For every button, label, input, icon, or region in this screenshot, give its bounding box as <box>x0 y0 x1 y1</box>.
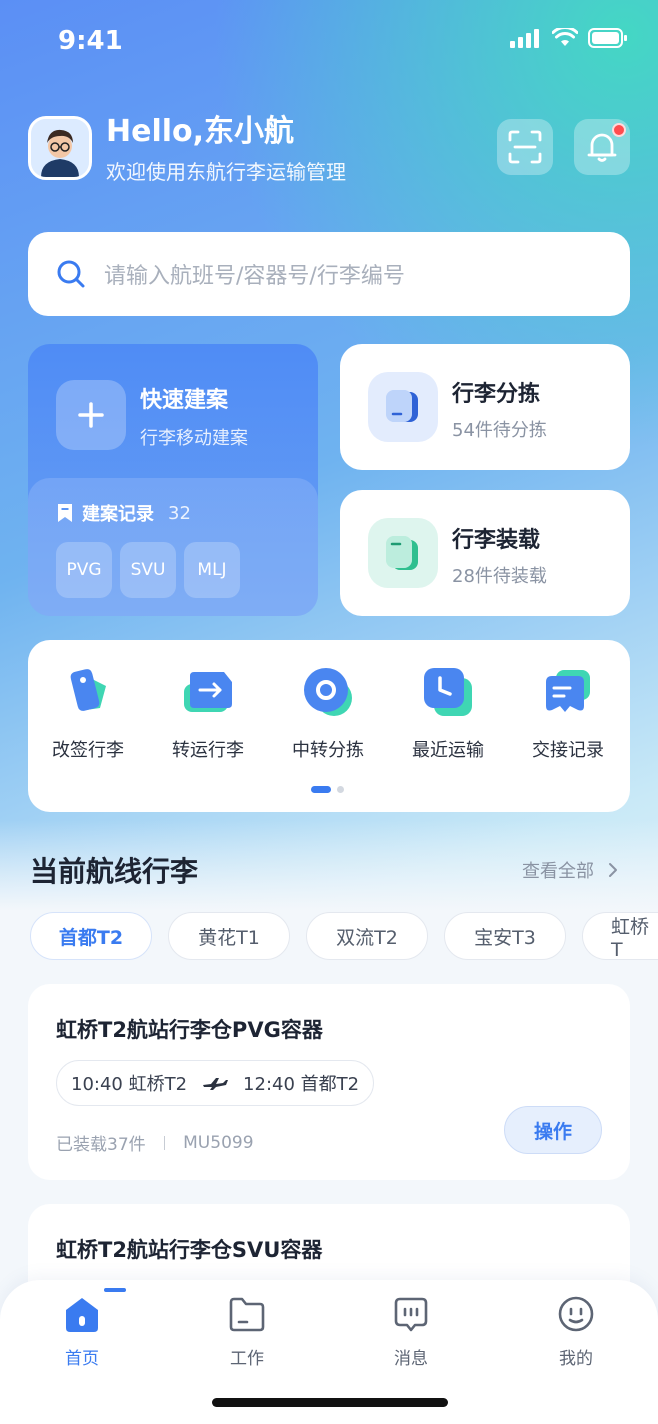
avatar-image <box>31 119 89 177</box>
folder-icon <box>229 1297 265 1332</box>
section-title: 当前航线行李 <box>30 855 199 888</box>
loading-title: 行李装载 <box>452 528 541 553</box>
page-indicator <box>311 786 344 793</box>
route-card-title: 虹桥T2航站行李仓PVG容器 <box>56 1018 323 1042</box>
operate-button[interactable]: 操作 <box>504 1106 602 1154</box>
route-chip[interactable]: 双流T2 <box>306 912 428 960</box>
shortcut-label: 转运行李 <box>172 740 244 761</box>
route-chip[interactable]: 虹桥T <box>582 912 658 961</box>
transit-sort-icon <box>304 668 352 716</box>
battery-icon <box>588 28 627 48</box>
message-icon <box>394 1297 428 1332</box>
search-icon <box>57 260 85 288</box>
signal-icon <box>510 29 539 48</box>
shortcut-label: 改签行李 <box>52 740 124 761</box>
record-tag[interactable]: SVU <box>120 542 176 598</box>
search-input[interactable]: 请输入航班号/容器号/行李编号 <box>28 232 630 316</box>
route-card[interactable]: 虹桥T2航站行李仓PVG容器 10:40 虹桥T2 12:40 首都T2 已装载… <box>28 984 630 1180</box>
sorting-title: 行李分拣 <box>452 382 541 407</box>
loading-icon <box>368 518 438 588</box>
shortcut-rebook-baggage[interactable]: 改签行李 <box>33 664 143 762</box>
greeting: Hello,东小航 <box>106 114 295 149</box>
scan-icon <box>508 130 542 164</box>
plus-icon <box>56 380 126 450</box>
tab-home[interactable]: 首页 <box>32 1288 132 1369</box>
smile-icon <box>558 1296 594 1332</box>
shortcut-label: 中转分拣 <box>292 740 364 761</box>
arrival-time: 12:40 首都T2 <box>243 1074 360 1095</box>
sorting-pending: 54件待分拣 <box>452 420 547 441</box>
chevron-right-icon <box>608 863 617 877</box>
clock-icon <box>424 668 472 716</box>
quick-build-subtitle: 行李移动建案 <box>140 428 248 449</box>
page-dot <box>337 786 344 793</box>
shortcuts-panel: 改签行李 转运行李 中转分拣 最近运输 交接记录 <box>28 640 630 812</box>
home-icon <box>66 1298 98 1332</box>
tab-profile[interactable]: 我的 <box>526 1294 626 1369</box>
scan-button[interactable] <box>497 119 553 175</box>
tag-icon <box>70 669 106 711</box>
loading-card[interactable]: 行李装载 28件待装载 <box>340 490 630 616</box>
wifi-icon <box>552 28 578 46</box>
shortcut-recent-transport[interactable]: 最近运输 <box>393 664 503 762</box>
see-all-link[interactable]: 查看全部 <box>522 857 620 883</box>
shortcut-label: 最近运输 <box>412 740 484 761</box>
route-card-title: 虹桥T2航站行李仓SVU容器 <box>56 1238 323 1262</box>
tab-label: 消息 <box>394 1349 428 1369</box>
tab-label: 我的 <box>559 1349 593 1369</box>
tab-active-indicator <box>104 1288 126 1292</box>
shortcut-handover-records[interactable]: 交接记录 <box>513 664 623 762</box>
route-chip-active[interactable]: 首都T2 <box>30 912 152 960</box>
tab-work[interactable]: 工作 <box>197 1294 297 1369</box>
route-meta: 已装载37件 MU5099 <box>56 1130 254 1156</box>
see-all-label: 查看全部 <box>522 861 594 882</box>
shortcut-transfer-baggage[interactable]: 转运行李 <box>153 664 263 762</box>
record-tag[interactable]: PVG <box>56 542 112 598</box>
loaded-count: 已装载37件 <box>56 1135 146 1155</box>
shortcut-label: 交接记录 <box>532 740 604 761</box>
airplane-icon <box>203 1078 229 1090</box>
avatar[interactable] <box>28 116 92 180</box>
quick-build-card[interactable]: 快速建案 行李移动建案 建案记录 32 PVG SVU MLJ <box>28 344 318 616</box>
handover-icon <box>546 670 590 712</box>
route-times: 10:40 虹桥T2 12:40 首都T2 <box>56 1060 375 1106</box>
status-time: 9:41 <box>58 26 123 56</box>
departure-time: 10:40 虹桥T2 <box>71 1074 188 1095</box>
build-records-label: 建案记录 <box>82 504 154 525</box>
search-placeholder: 请输入航班号/容器号/行李编号 <box>104 264 405 289</box>
build-records-panel[interactable]: 建案记录 32 PVG SVU MLJ <box>28 478 318 616</box>
home-indicator <box>212 1398 448 1407</box>
shortcut-transit-sorting[interactable]: 中转分拣 <box>273 664 383 762</box>
notification-dot <box>612 123 626 137</box>
record-tag[interactable]: MLJ <box>184 542 240 598</box>
flight-number: MU5099 <box>183 1132 254 1153</box>
loading-pending: 28件待装载 <box>452 566 547 587</box>
tab-label: 工作 <box>230 1349 264 1369</box>
status-icons <box>510 28 628 48</box>
greeting-subtitle: 欢迎使用东航行李运输管理 <box>106 160 346 184</box>
page-dot-active <box>311 786 331 793</box>
sorting-icon <box>368 372 438 442</box>
divider <box>163 1135 166 1150</box>
quick-build-title: 快速建案 <box>140 388 229 413</box>
route-chip[interactable]: 黄花T1 <box>168 912 290 960</box>
route-chip[interactable]: 宝安T3 <box>444 912 566 960</box>
transfer-icon <box>184 672 232 712</box>
sorting-card[interactable]: 行李分拣 54件待分拣 <box>340 344 630 470</box>
build-records-count: 32 <box>168 502 191 524</box>
tab-messages[interactable]: 消息 <box>361 1294 461 1369</box>
bookmark-icon <box>58 504 72 522</box>
tab-label: 首页 <box>65 1349 99 1369</box>
notification-button[interactable] <box>574 119 630 175</box>
